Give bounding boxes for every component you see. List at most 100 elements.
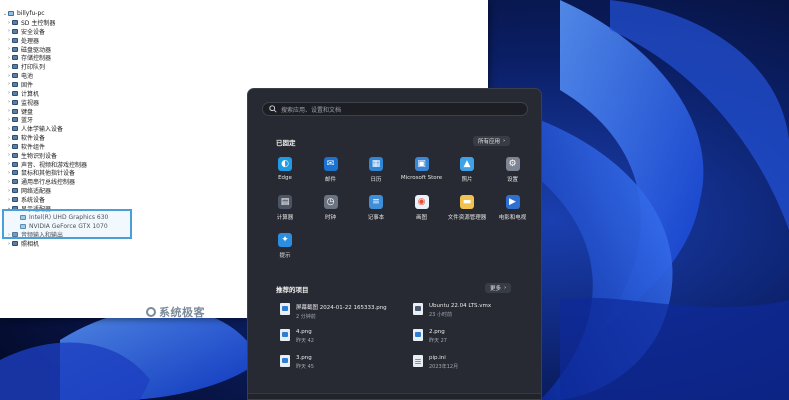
device-label: 计算机 <box>21 90 40 98</box>
folder-icon: ▬ <box>460 195 474 209</box>
device-category[interactable]: › 监视器 <box>6 98 39 107</box>
pinned-app-label: 文件资源管理器 <box>447 215 487 221</box>
device-category[interactable]: › 软件设备 <box>6 133 45 143</box>
mail-icon: ✉ <box>323 157 338 171</box>
clock-icon: ◷ <box>323 195 338 209</box>
recommended-item-time: 昨天 42 <box>296 338 314 344</box>
text-file-icon <box>413 355 423 367</box>
pinned-app[interactable]: ◐ Edge <box>264 157 306 181</box>
device-category[interactable]: › 人体学输入设备 <box>6 124 63 134</box>
device-label: 监视器 <box>21 99 40 107</box>
device-category-icon <box>12 99 18 105</box>
recommended-item-name: Ubuntu 22.04 LTS.vmx <box>429 303 492 309</box>
device-category[interactable]: › 软件组件 <box>6 142 45 151</box>
device-label: SD 主控制器 <box>21 20 56 27</box>
device-category[interactable]: › SD 主控制器 <box>6 18 56 28</box>
search-box[interactable]: 搜索应用、设置和文档 <box>262 102 528 116</box>
device-label: 固件 <box>21 81 34 89</box>
device-category-icon <box>12 117 18 123</box>
device-label: 电池 <box>21 73 34 81</box>
device-category-icon <box>12 188 18 194</box>
tips-icon: ✦ <box>278 233 292 247</box>
recommended-item[interactable]: 3.png 昨天 45 <box>280 355 314 370</box>
device-category[interactable]: › 电池 <box>6 71 34 81</box>
more-button[interactable]: 更多 › <box>485 283 512 293</box>
recommended-item[interactable]: 2.png 昨天 27 <box>413 329 447 344</box>
pinned-app[interactable]: ▤ 计算器 <box>264 195 306 221</box>
device-category[interactable]: › 生物识别设备 <box>6 151 57 160</box>
more-label: 更多 <box>490 286 502 292</box>
start-menu: 搜索应用、设置和文档 已固定 所有应用 › ◐ Edge ✉ 邮件 ▦ 日历 ▣ Micros… <box>247 88 542 400</box>
device-label: 软件组件 <box>21 143 46 151</box>
device-category[interactable]: › 存储控制器 <box>6 53 52 63</box>
pinned-app-label: Edge <box>278 175 292 181</box>
photos-icon: ▲ <box>460 157 474 171</box>
device-category-icon <box>12 28 18 34</box>
device-label: 系统设备 <box>21 197 46 204</box>
pinned-app[interactable]: ⚙ 设置 <box>492 157 534 183</box>
recommended-item[interactable]: pip.ini 2023年12月 <box>413 355 458 370</box>
device-category[interactable]: › 蓝牙 <box>6 115 33 125</box>
recommended-item-time: 昨天 27 <box>429 338 447 344</box>
device-category[interactable]: › 声音、视频和游戏控制器 <box>6 160 87 169</box>
device-category[interactable]: › 系统设备 <box>6 195 46 205</box>
pinned-app[interactable]: ✦ 提示 <box>264 233 306 259</box>
device-category-icon <box>12 46 18 52</box>
all-apps-button[interactable]: 所有应用 › <box>473 136 511 146</box>
pinned-app[interactable]: ▣ Microsoft Store <box>401 157 443 181</box>
device-label: 存储控制器 <box>21 55 52 63</box>
recommended-item-time: 23 小时前 <box>429 312 452 318</box>
device-category-icon <box>12 126 18 132</box>
device-category[interactable]: › 磁盘驱动器 <box>6 45 51 54</box>
chevron-right-icon: › <box>504 285 507 291</box>
pinned-app-label: 时钟 <box>324 215 336 221</box>
recommended-item[interactable]: 屏幕截图 2024-01-22 165333.png 2 分钟前 <box>280 303 387 320</box>
pinned-app[interactable]: ◉ 画图 <box>401 195 443 221</box>
device-category-icon <box>12 20 18 25</box>
pinned-title: 已固定 <box>276 139 296 147</box>
calendar-icon: ▦ <box>369 157 383 171</box>
device-category[interactable]: › 打印队列 <box>6 62 46 72</box>
pinned-app-label: 日历 <box>370 177 382 183</box>
tree-root[interactable]: ⌄ billyfu-pc <box>2 9 45 18</box>
device-category[interactable]: › 固件 <box>6 80 33 89</box>
device-category-icon <box>12 81 18 87</box>
pinned-app-label: 记事本 <box>367 215 385 221</box>
recommended-item[interactable]: 4.png 昨天 42 <box>280 329 314 344</box>
pinned-app[interactable]: ◷ 时钟 <box>310 195 352 221</box>
pinned-app[interactable]: ▬ 文件资源管理器 <box>446 195 488 221</box>
device-label: 安全设备 <box>21 28 46 36</box>
device-category[interactable]: › 安全设备 <box>6 27 45 36</box>
store-icon: ▣ <box>414 157 429 171</box>
paint-icon: ◉ <box>414 195 429 209</box>
device-label: 通用串行总线控制器 <box>21 179 76 187</box>
pinned-app-label: 邮件 <box>324 177 336 183</box>
recommended-item-time: 2023年12月 <box>429 364 459 370</box>
pinned-app-label: 计算器 <box>276 215 294 221</box>
pinned-app[interactable]: ≡ 记事本 <box>355 195 397 221</box>
pinned-app[interactable]: ▲ 照片 <box>446 157 488 183</box>
device-label: 打印队列 <box>21 64 46 72</box>
device-category[interactable]: › 计算机 <box>6 89 39 98</box>
device-label: 处理器 <box>21 37 40 45</box>
device-category[interactable]: › 通用串行总线控制器 <box>6 177 76 187</box>
device-category[interactable]: › 照相机 <box>6 239 39 249</box>
pinned-app[interactable]: ▶ 电影和电视 <box>492 195 534 221</box>
recommended-item-name: 4.png <box>296 329 312 335</box>
movies-icon: ▶ <box>505 195 520 209</box>
tree-root-label: billyfu-pc <box>17 10 45 17</box>
recommended-item[interactable]: Ubuntu 22.04 LTS.vmx 23 小时前 <box>413 303 491 318</box>
pinned-app[interactable]: ▦ 日历 <box>355 157 397 183</box>
pinned-app[interactable]: ✉ 邮件 <box>310 157 352 183</box>
computer-icon <box>8 11 14 16</box>
device-category[interactable]: › 处理器 <box>6 36 39 45</box>
device-category[interactable]: › 网络适配器 <box>6 186 51 196</box>
chevron-right-icon: › <box>503 138 506 144</box>
search-icon <box>269 105 277 113</box>
settings-icon: ⚙ <box>505 157 520 171</box>
image-file-icon <box>413 329 423 341</box>
device-category[interactable]: › 鼠标和其他指针设备 <box>6 168 75 178</box>
device-category-icon <box>12 108 18 114</box>
device-category[interactable]: › 键盘 <box>6 107 33 116</box>
device-category-icon <box>12 161 18 167</box>
